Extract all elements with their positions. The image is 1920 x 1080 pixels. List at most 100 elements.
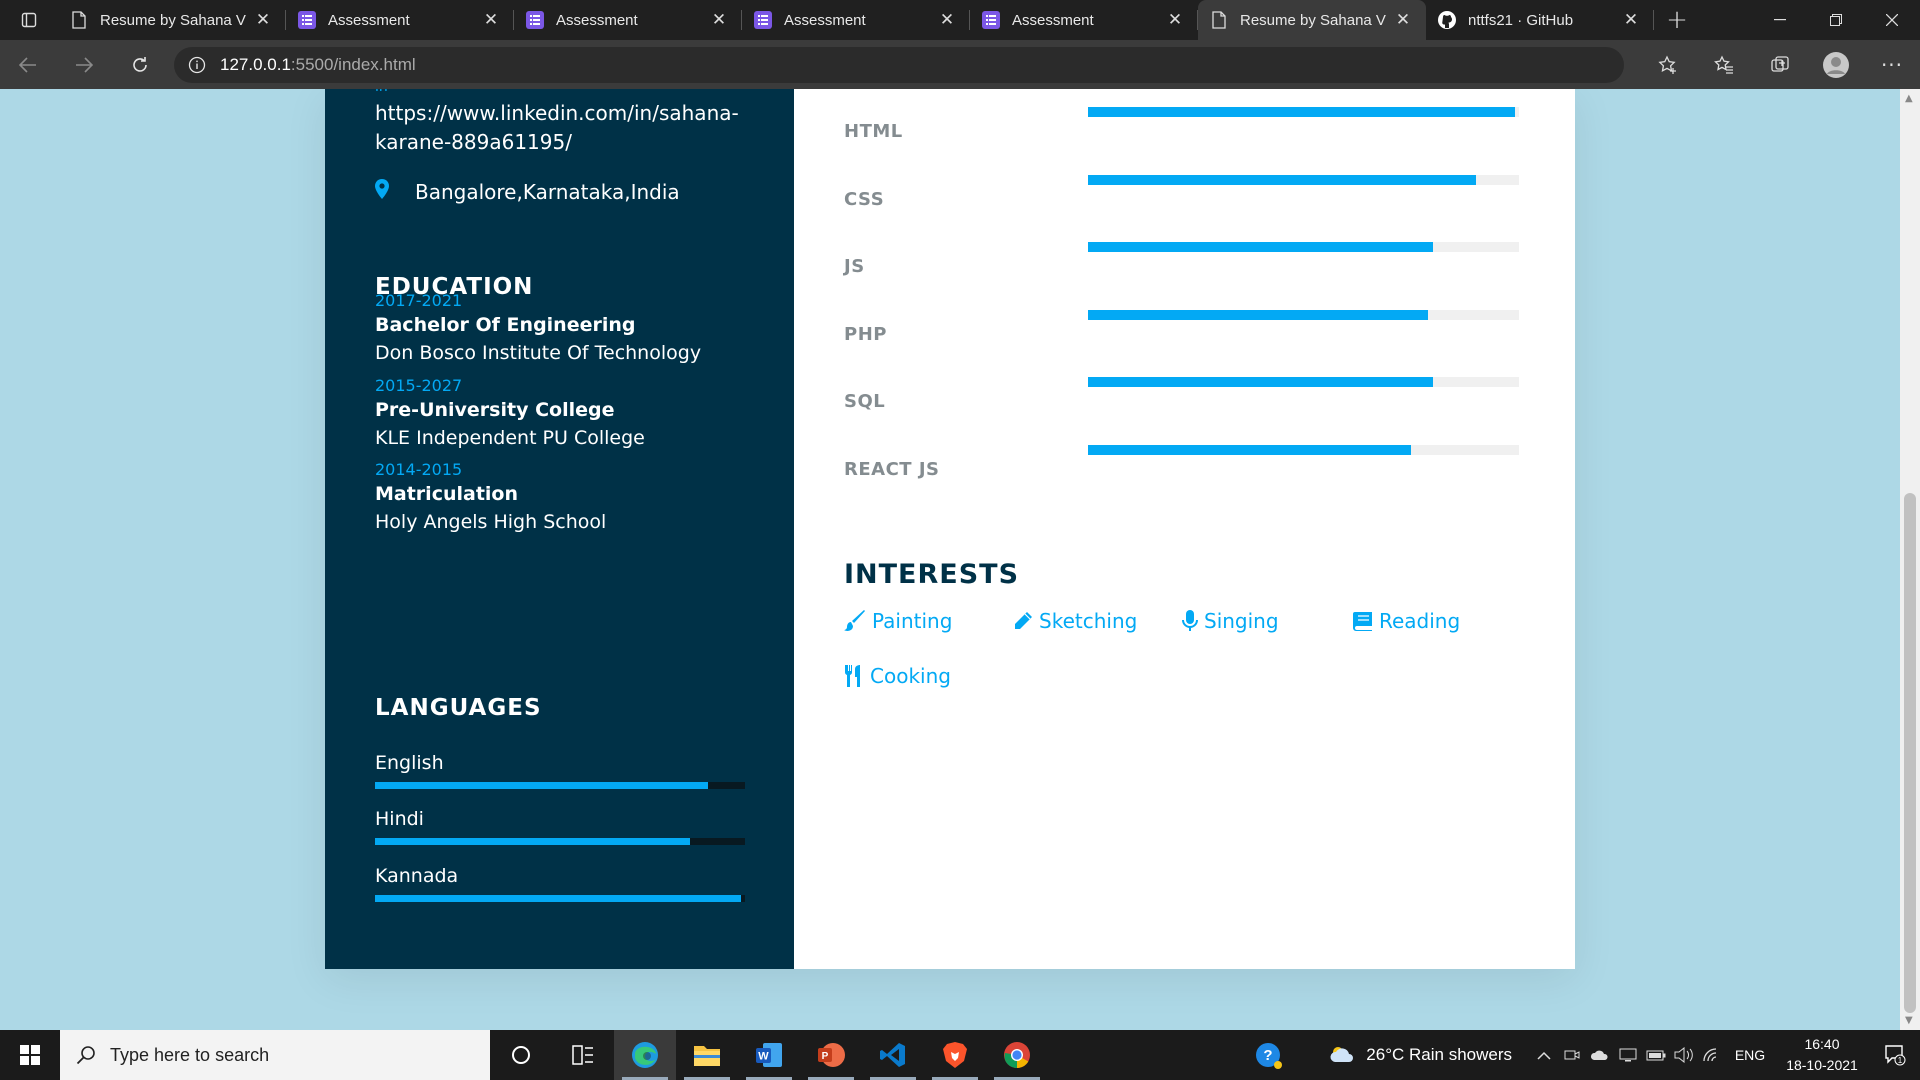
battery-icon[interactable]	[1642, 1050, 1670, 1061]
url-path: :5500/index.html	[290, 54, 416, 74]
meet-now-icon[interactable]	[1558, 1048, 1586, 1062]
vscode-icon[interactable]	[862, 1030, 924, 1080]
tab-title: nttfs21 · GitHub	[1468, 11, 1574, 29]
browser-tab[interactable]: Resume by Sahana V ✕	[1198, 0, 1426, 40]
skill-bar-track	[1088, 377, 1519, 387]
skill-name: CSS	[844, 188, 885, 210]
address-bar[interactable]: 127.0.0.1:5500/index.html	[174, 46, 1624, 83]
skill-bar-fill	[1088, 174, 1476, 185]
page-icon	[70, 11, 88, 29]
word-icon[interactable]: W	[738, 1030, 800, 1080]
minimize-button[interactable]	[1752, 0, 1808, 40]
volume-icon[interactable]	[1670, 1047, 1698, 1063]
svg-text:W: W	[758, 1051, 769, 1063]
close-tab-icon[interactable]: ✕	[482, 10, 500, 30]
brave-icon[interactable]	[924, 1030, 986, 1080]
language-bar-fill	[375, 895, 742, 902]
skill-bar-track	[1088, 174, 1519, 185]
linkedin-icon: in	[375, 89, 388, 95]
tab-actions-icon[interactable]	[0, 0, 58, 40]
close-tab-icon[interactable]: ✕	[710, 10, 728, 30]
scroll-down-icon[interactable]: ▼	[1905, 1015, 1913, 1026]
favorites-icon[interactable]	[1696, 45, 1752, 85]
skill-name: PHP	[844, 323, 887, 345]
microphone-icon	[1182, 610, 1198, 632]
system-tray: ? 26°C Rain showers ENG 16:40 18-10-2021…	[1248, 1030, 1920, 1080]
browser-tab[interactable]: Assessment ✕	[286, 0, 514, 40]
start-button[interactable]	[0, 1030, 60, 1080]
close-tab-icon[interactable]: ✕	[938, 10, 956, 30]
display-icon[interactable]	[1614, 1048, 1642, 1062]
back-button[interactable]	[0, 45, 56, 85]
browser-tab[interactable]: Resume by Sahana V ✕	[58, 0, 286, 40]
language-item: Hindi	[375, 808, 745, 845]
new-tab-button[interactable]: +	[1654, 0, 1700, 40]
education-years: 2017-2021	[375, 291, 463, 310]
notification-center-icon[interactable]: 1	[1870, 1044, 1920, 1066]
chrome-icon[interactable]	[986, 1030, 1048, 1080]
task-view-icon[interactable]	[552, 1030, 614, 1080]
refresh-button[interactable]	[112, 45, 168, 85]
interest-name: Painting	[872, 609, 953, 633]
powerpoint-icon[interactable]: P	[800, 1030, 862, 1080]
show-hidden-icons[interactable]	[1530, 1051, 1558, 1060]
browser-tab[interactable]: nttfs21 · GitHub ✕	[1426, 0, 1654, 40]
linkedin-url-line2[interactable]: karane-889a61195/	[375, 130, 572, 154]
add-favorite-icon[interactable]	[1640, 45, 1696, 85]
forms-icon	[298, 11, 316, 29]
skill-name: REACT JS	[844, 458, 940, 480]
language-item: Kannada	[375, 865, 745, 902]
edge-taskbar-icon[interactable]	[614, 1030, 676, 1080]
scroll-up-icon[interactable]: ▲	[1905, 93, 1913, 104]
contact-location: Bangalore,Karnataka,India	[375, 179, 680, 204]
page-scrollbar[interactable]: ▲ ▼	[1900, 89, 1920, 1030]
profile-avatar[interactable]	[1808, 45, 1864, 85]
skill-bar-track	[1088, 107, 1519, 117]
interest-name: Reading	[1379, 609, 1461, 633]
tab-title: Resume by Sahana V	[100, 11, 246, 29]
interest-item: Cooking	[844, 664, 951, 688]
taskbar-search-box[interactable]: Type here to search	[60, 1030, 490, 1080]
interest-item: Sketching	[1013, 609, 1137, 633]
forms-icon	[754, 11, 772, 29]
input-language[interactable]: ENG	[1726, 1047, 1774, 1063]
svg-text:P: P	[822, 1051, 829, 1062]
settings-menu-icon[interactable]: ···	[1864, 45, 1920, 85]
site-info-icon[interactable]	[188, 56, 206, 74]
help-icon[interactable]: ?	[1248, 1040, 1288, 1070]
close-window-button[interactable]	[1864, 0, 1920, 40]
education-institute: KLE Independent PU College	[375, 427, 645, 449]
scrollbar-thumb[interactable]	[1904, 493, 1916, 1013]
clock-date: 18-10-2021	[1786, 1057, 1858, 1073]
close-tab-icon[interactable]: ✕	[1622, 10, 1640, 30]
education-degree: Pre-University College	[375, 399, 615, 421]
wifi-icon[interactable]	[1698, 1048, 1726, 1062]
restore-button[interactable]	[1808, 0, 1864, 40]
education-degree: Bachelor Of Engineering	[375, 314, 636, 336]
file-explorer-icon[interactable]	[676, 1030, 738, 1080]
tab-title: Assessment	[328, 11, 410, 29]
taskbar-clock[interactable]: 16:40 18-10-2021	[1774, 1034, 1870, 1076]
browser-tab[interactable]: Assessment ✕	[970, 0, 1198, 40]
paint-brush-icon	[844, 610, 866, 632]
weather-text: 26°C Rain showers	[1366, 1045, 1512, 1064]
browser-tab[interactable]: Assessment ✕	[742, 0, 970, 40]
close-tab-icon[interactable]: ✕	[1394, 10, 1412, 30]
utensils-icon	[844, 665, 864, 687]
weather-widget[interactable]: 26°C Rain showers	[1328, 1044, 1512, 1066]
interest-item: Painting	[844, 609, 952, 633]
browser-tab[interactable]: Assessment ✕	[514, 0, 742, 40]
cortana-icon[interactable]	[490, 1030, 552, 1080]
onedrive-icon[interactable]	[1586, 1049, 1614, 1061]
language-name: Hindi	[375, 808, 424, 830]
linkedin-url-line1[interactable]: https://www.linkedin.com/in/sahana-	[375, 101, 739, 125]
page-icon	[1210, 11, 1228, 29]
resume-card: in https://www.linkedin.com/in/sahana- k…	[325, 89, 1575, 969]
forward-button[interactable]	[56, 45, 112, 85]
close-tab-icon[interactable]: ✕	[1166, 10, 1184, 30]
interest-name: Cooking	[870, 664, 951, 688]
map-pin-icon	[375, 179, 391, 204]
close-tab-icon[interactable]: ✕	[254, 10, 272, 30]
collections-icon[interactable]	[1752, 45, 1808, 85]
skill-bar-track	[1088, 444, 1519, 455]
